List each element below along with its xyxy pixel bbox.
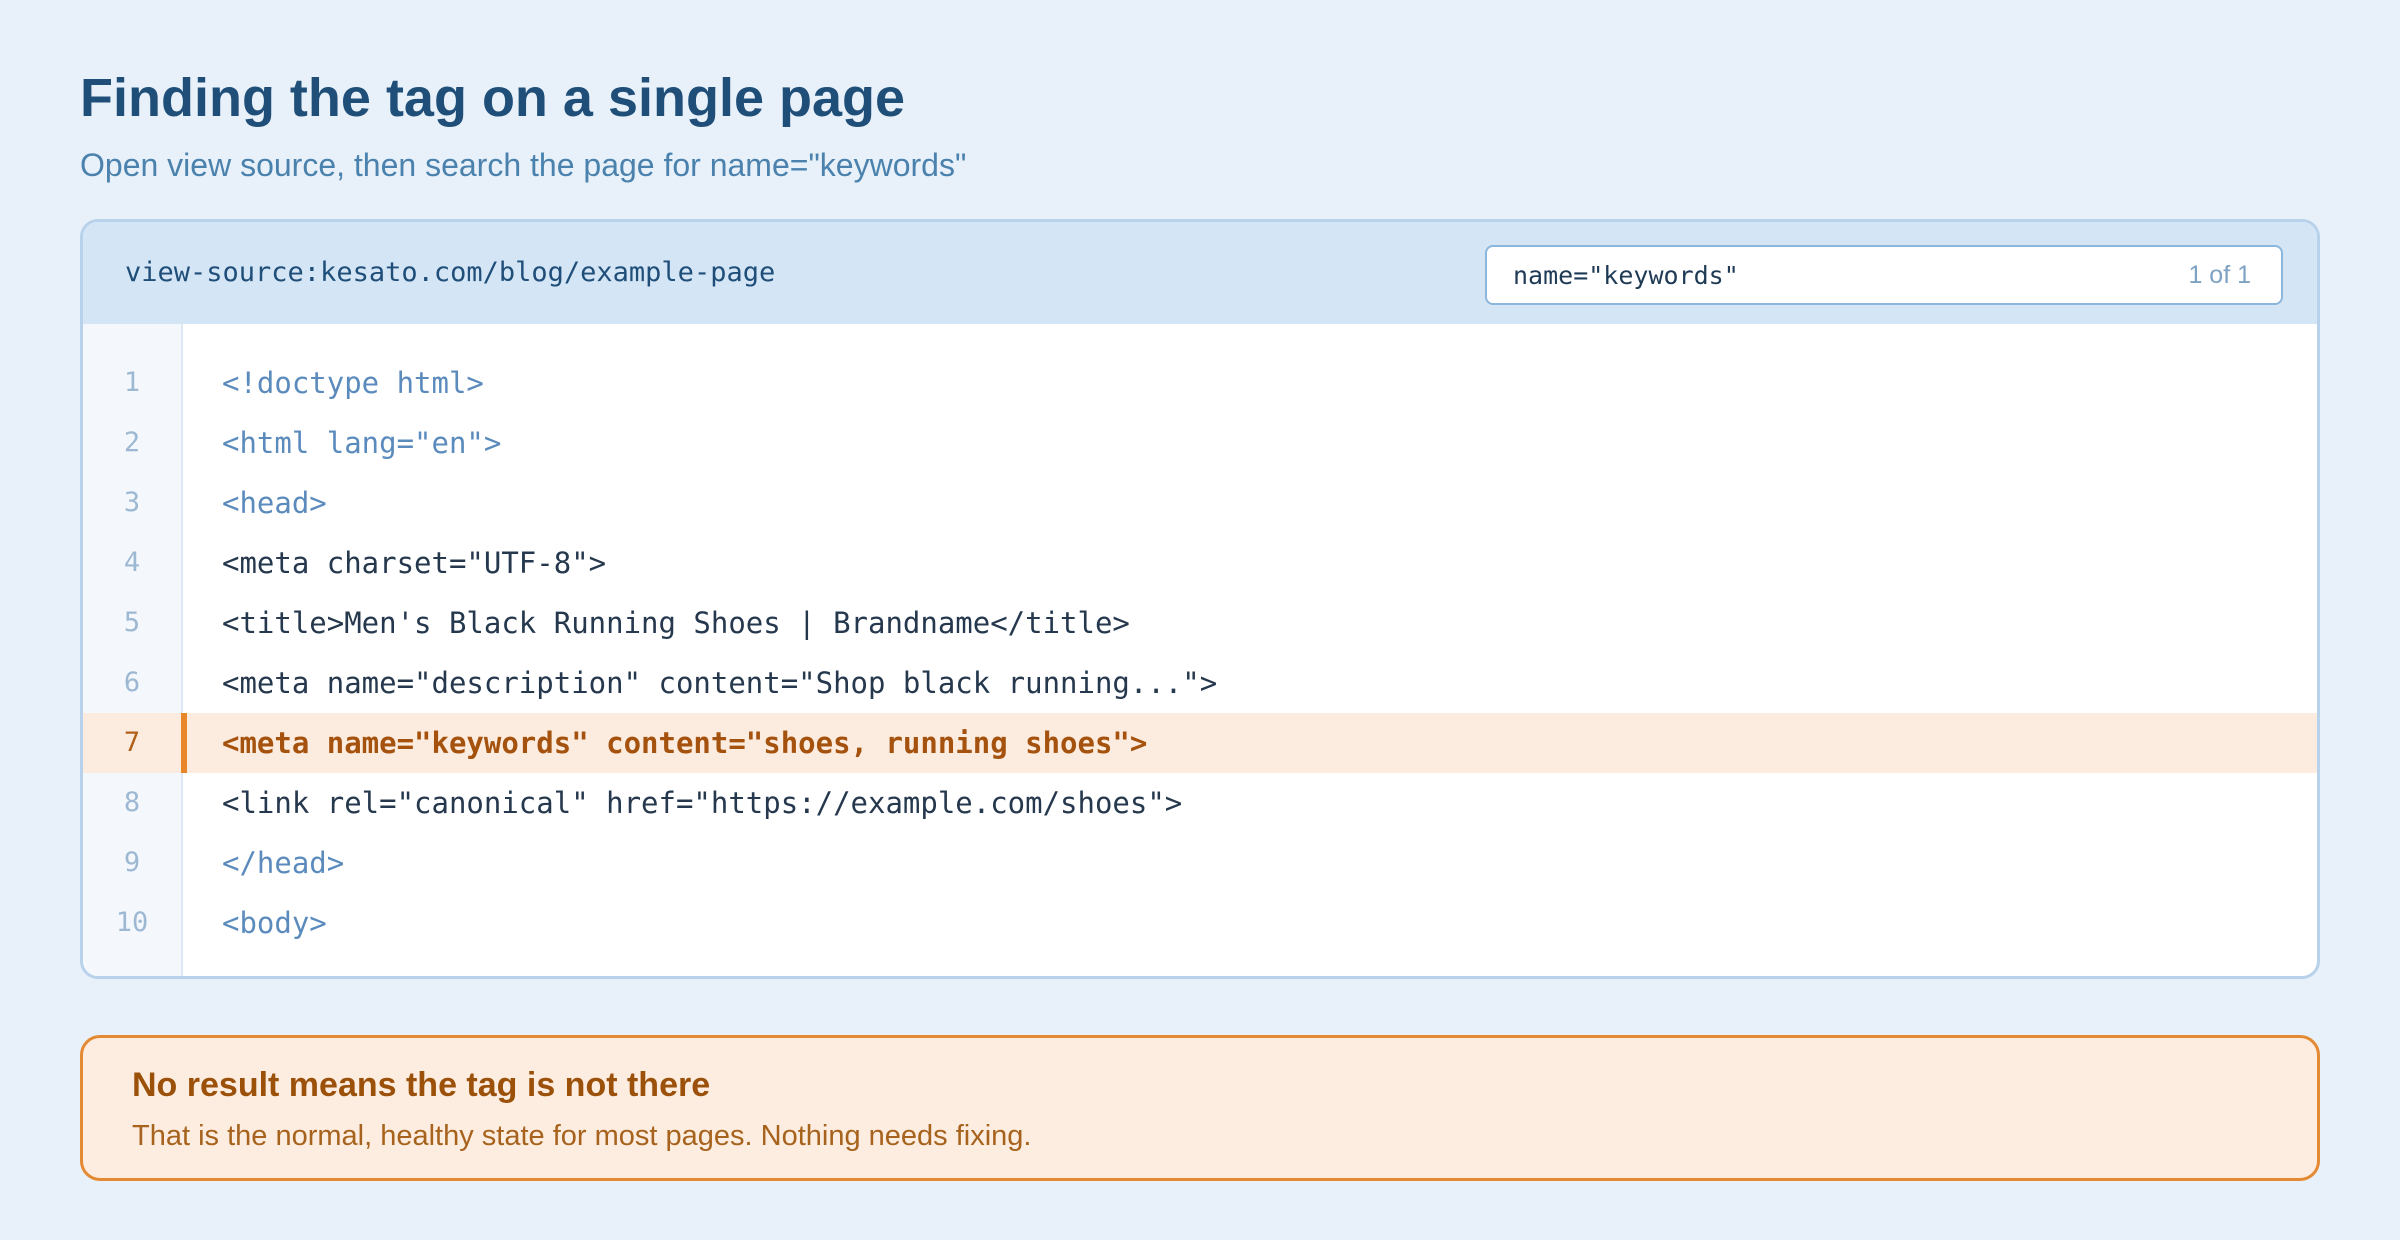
- code-line: 6 <meta name="description" content="Shop…: [83, 653, 2317, 713]
- matched-line-text: <meta name="keywords" content="shoes, ru…: [222, 726, 1148, 760]
- code-line: 3 <head>: [83, 473, 2317, 533]
- match-count: 1 of 1: [2188, 261, 2251, 289]
- code-line: 2 <html lang="en">: [83, 413, 2317, 473]
- find-input[interactable]: [1513, 247, 2073, 303]
- line-text: <html lang="en">: [222, 426, 502, 460]
- line-text: <body>: [222, 906, 327, 940]
- view-source-window: view-source:kesato.com/blog/example-page…: [80, 219, 2320, 979]
- line-text: </head>: [222, 846, 345, 880]
- code-line: 10 <body>: [83, 893, 2317, 953]
- line-number: 8: [123, 787, 141, 818]
- source-toolbar: view-source:kesato.com/blog/example-page…: [83, 222, 2317, 324]
- callout-body: That is the normal, healthy state for mo…: [132, 1120, 1032, 1152]
- code-line: 1 <!doctype html>: [83, 353, 2317, 413]
- code-line: 5 <title>Men's Black Running Shoes | Bra…: [83, 593, 2317, 653]
- line-number: 6: [123, 667, 141, 698]
- page-title: Finding the tag on a single page: [80, 68, 906, 128]
- line-number: 5: [123, 607, 141, 638]
- code-line: 4 <meta charset="UTF-8">: [83, 533, 2317, 593]
- line-text: <link rel="canonical" href="https://exam…: [222, 786, 1183, 820]
- line-number: 3: [123, 487, 141, 518]
- code-line: 8 <link rel="canonical" href="https://ex…: [83, 773, 2317, 833]
- line-number: 7: [123, 727, 141, 758]
- page-subtitle: Open view source, then search the page f…: [80, 147, 967, 183]
- callout-title: No result means the tag is not there: [132, 1066, 711, 1104]
- address-url[interactable]: view-source:kesato.com/blog/example-page: [125, 222, 775, 324]
- find-in-page-box[interactable]: 1 of 1: [1485, 245, 2283, 305]
- line-number: 4: [123, 547, 141, 578]
- line-number: 1: [123, 367, 141, 398]
- code-line: 9 </head>: [83, 833, 2317, 893]
- line-number: 10: [115, 907, 149, 938]
- line-text: <title>Men's Black Running Shoes | Brand…: [222, 606, 1130, 640]
- highlighted-match-line: 7 <meta name="keywords" content="shoes, …: [83, 713, 2317, 773]
- line-text: <meta charset="UTF-8">: [222, 546, 607, 580]
- line-number: 2: [123, 427, 141, 458]
- line-text: <!doctype html>: [222, 366, 484, 400]
- source-code-area[interactable]: 1 <!doctype html> 2 <html lang="en"> 3 <…: [83, 324, 2317, 976]
- code-lines: 1 <!doctype html> 2 <html lang="en"> 3 <…: [83, 353, 2317, 953]
- line-text: <meta name="description" content="Shop b…: [222, 666, 1218, 700]
- callout-note: No result means the tag is not there Tha…: [80, 1035, 2320, 1181]
- line-number: 9: [123, 847, 141, 878]
- line-text: <head>: [222, 486, 327, 520]
